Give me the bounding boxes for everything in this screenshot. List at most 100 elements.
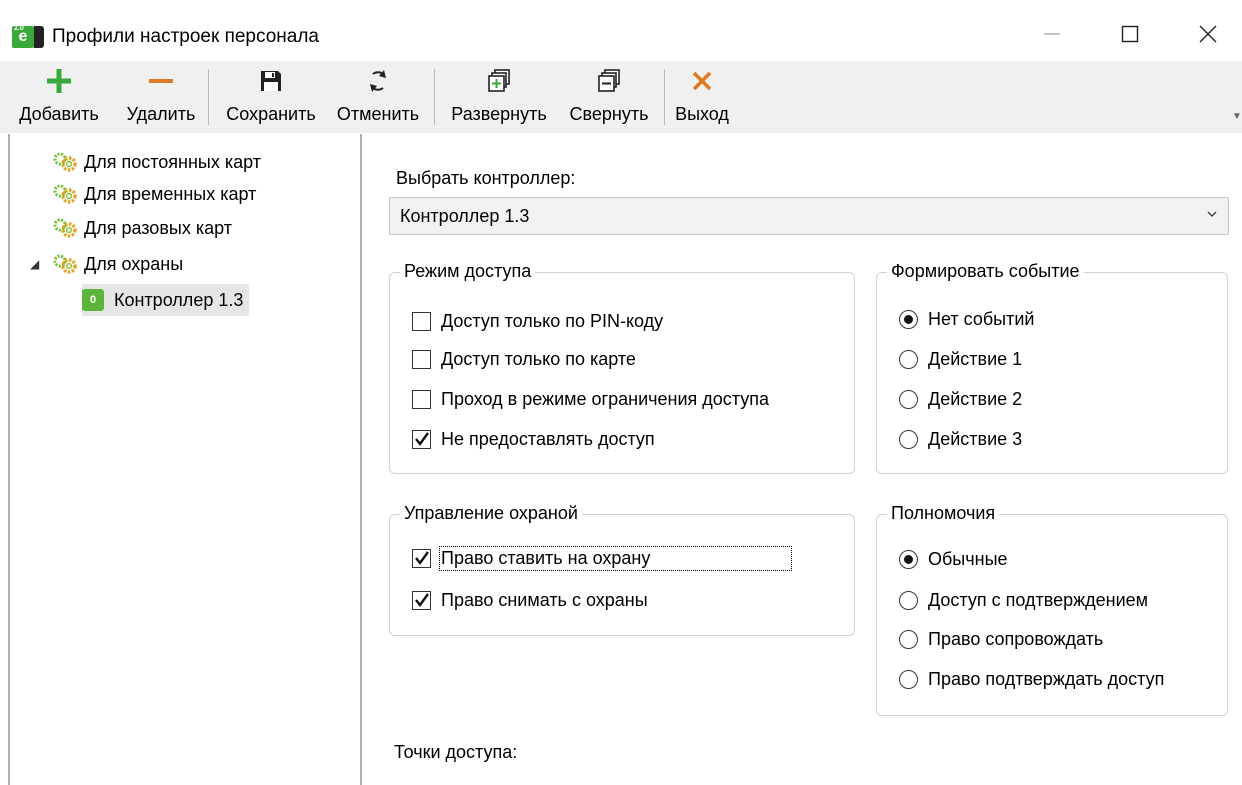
event-title: Формировать событие <box>887 260 1084 282</box>
tree-item-permanent-cards[interactable]: Для постоянных карт <box>52 146 261 178</box>
event-none-radio[interactable]: Нет событий <box>899 306 1034 332</box>
tree-item-label: Для постоянных карт <box>84 151 261 172</box>
authority-normal-radio[interactable]: Обычные <box>899 546 1008 572</box>
checkbox-box <box>412 429 431 449</box>
gears-icon <box>53 152 77 172</box>
toolbar-overflow-icon[interactable]: ▼ <box>1232 111 1242 122</box>
restricted-mode-pass-checkbox[interactable]: Проход в режиме ограничения доступа <box>412 386 769 412</box>
radio-circle <box>899 309 918 329</box>
tree-item-temporary-cards[interactable]: Для временных карт <box>52 178 256 210</box>
guard-control-title: Управление охраной <box>400 502 582 524</box>
tree-item-security[interactable]: ◢ Для охраны <box>30 248 184 280</box>
exit-button[interactable]: Выход <box>668 65 736 129</box>
checkbox-box <box>412 349 431 369</box>
access-mode-title: Режим доступа <box>400 260 536 282</box>
add-button[interactable]: Добавить <box>5 65 113 129</box>
controller-select[interactable]: Контроллер 1.3 <box>389 197 1229 235</box>
toolbar-separator <box>434 69 435 125</box>
expand-button[interactable]: Развернуть <box>442 65 556 129</box>
delete-button[interactable]: Удалить <box>118 65 204 129</box>
app-icon: 2.0 e <box>12 25 46 48</box>
refresh-icon <box>370 70 386 92</box>
radio-circle <box>899 669 918 689</box>
authority-group: Полномочия Обычные Доступ с подтверждени… <box>876 502 1228 716</box>
event-group: Формировать событие Нет событий Действие… <box>876 260 1228 474</box>
event-action-2-radio[interactable]: Действие 2 <box>899 386 1022 412</box>
authority-confirmed-access-radio[interactable]: Доступ с подтверждением <box>899 587 1148 613</box>
collapse-all-icon <box>598 69 620 92</box>
expand-label: Развернуть <box>451 104 547 124</box>
profile-tree[interactable]: Для постоянных карт Для временных карт Д… <box>8 134 362 785</box>
radio-circle <box>899 549 918 569</box>
event-action-1-radio[interactable]: Действие 1 <box>899 346 1022 372</box>
checkmark-icon <box>415 550 429 565</box>
checkbox-label: Доступ только по PIN-коду <box>441 310 664 331</box>
gears-icon <box>53 254 77 274</box>
collapse-arrow-icon[interactable]: ◢ <box>30 257 39 271</box>
radio-circle <box>899 429 918 449</box>
radio-circle <box>899 349 918 369</box>
disarm-right-checkbox[interactable]: Право снимать с охраны <box>412 587 648 613</box>
maximize-button[interactable] <box>1100 14 1160 54</box>
floppy-disk-icon <box>261 71 281 91</box>
chevron-down-icon <box>1207 211 1217 217</box>
expand-all-icon <box>488 69 510 92</box>
minimize-button[interactable] <box>1022 14 1082 54</box>
toolbar-separator <box>208 69 209 125</box>
tree-item-controller[interactable]: 0 Контроллер 1.3 <box>82 284 250 316</box>
add-label: Добавить <box>19 104 99 124</box>
gears-icon <box>53 184 77 204</box>
checkbox-label: Право снимать с охраны <box>441 589 648 610</box>
exit-x-icon <box>692 71 712 91</box>
radio-label: Действие 3 <box>928 428 1023 449</box>
deny-access-checkbox[interactable]: Не предоставлять доступ <box>412 426 655 452</box>
checkbox-label: Не предоставлять доступ <box>441 428 655 449</box>
checkmark-icon <box>415 592 429 607</box>
close-button[interactable] <box>1178 14 1238 54</box>
radio-label: Обычные <box>928 548 1008 569</box>
arm-right-checkbox[interactable]: Право ставить на охрану <box>412 545 793 571</box>
checkbox-box <box>412 590 431 610</box>
guard-control-group: Управление охраной Право ставить на охра… <box>389 502 855 636</box>
access-points-label: Точки доступа: <box>394 742 518 762</box>
exit-label: Выход <box>675 104 729 124</box>
toolbar: Добавить Удалить Сохранить Отменить Разв… <box>0 61 1242 133</box>
access-pin-only-checkbox[interactable]: Доступ только по PIN-коду <box>412 308 663 334</box>
title-bar: 2.0 e Профили настроек персонала <box>0 0 1242 60</box>
toolbar-separator <box>664 69 665 125</box>
cancel-label: Отменить <box>336 104 420 124</box>
radio-label: Действие 1 <box>928 348 1023 369</box>
save-button[interactable]: Сохранить <box>216 65 326 129</box>
radio-circle <box>899 590 918 610</box>
radio-label: Нет событий <box>928 308 1035 329</box>
close-icon <box>1199 25 1217 43</box>
checkbox-box <box>412 311 431 331</box>
tree-item-label: Для временных карт <box>84 183 257 204</box>
maximize-icon <box>1121 25 1139 43</box>
radio-circle <box>899 629 918 649</box>
collapse-button[interactable]: Свернуть <box>560 65 658 129</box>
radio-circle <box>899 389 918 409</box>
checkbox-box <box>412 548 431 568</box>
authority-escort-radio[interactable]: Право сопровождать <box>899 626 1103 652</box>
checkbox-label: Проход в режиме ограничения доступа <box>441 388 769 409</box>
tree-item-label: Для охраны <box>84 253 184 274</box>
minus-icon <box>149 79 173 83</box>
tree-item-label: Контроллер 1.3 <box>114 289 244 310</box>
radio-label: Действие 2 <box>928 388 1023 409</box>
event-action-3-radio[interactable]: Действие 3 <box>899 426 1022 452</box>
controller-select-value: Контроллер 1.3 <box>400 206 530 226</box>
collapse-label: Свернуть <box>569 104 649 124</box>
radio-label: Доступ с подтверждением <box>928 589 1149 610</box>
tree-item-one-time-cards[interactable]: Для разовых карт <box>52 212 232 244</box>
authority-confirm-access-radio[interactable]: Право подтверждать доступ <box>899 666 1164 692</box>
controller-select-label: Выбрать контроллер: <box>396 168 576 188</box>
cancel-button[interactable]: Отменить <box>328 65 428 129</box>
tree-item-label: Для разовых карт <box>84 217 232 238</box>
plus-icon <box>47 69 71 93</box>
radio-label: Право подтверждать доступ <box>928 668 1165 689</box>
minimize-icon <box>1044 33 1060 35</box>
access-card-only-checkbox[interactable]: Доступ только по карте <box>412 346 636 372</box>
radio-label: Право сопровождать <box>928 628 1104 649</box>
delete-label: Удалить <box>126 104 196 124</box>
